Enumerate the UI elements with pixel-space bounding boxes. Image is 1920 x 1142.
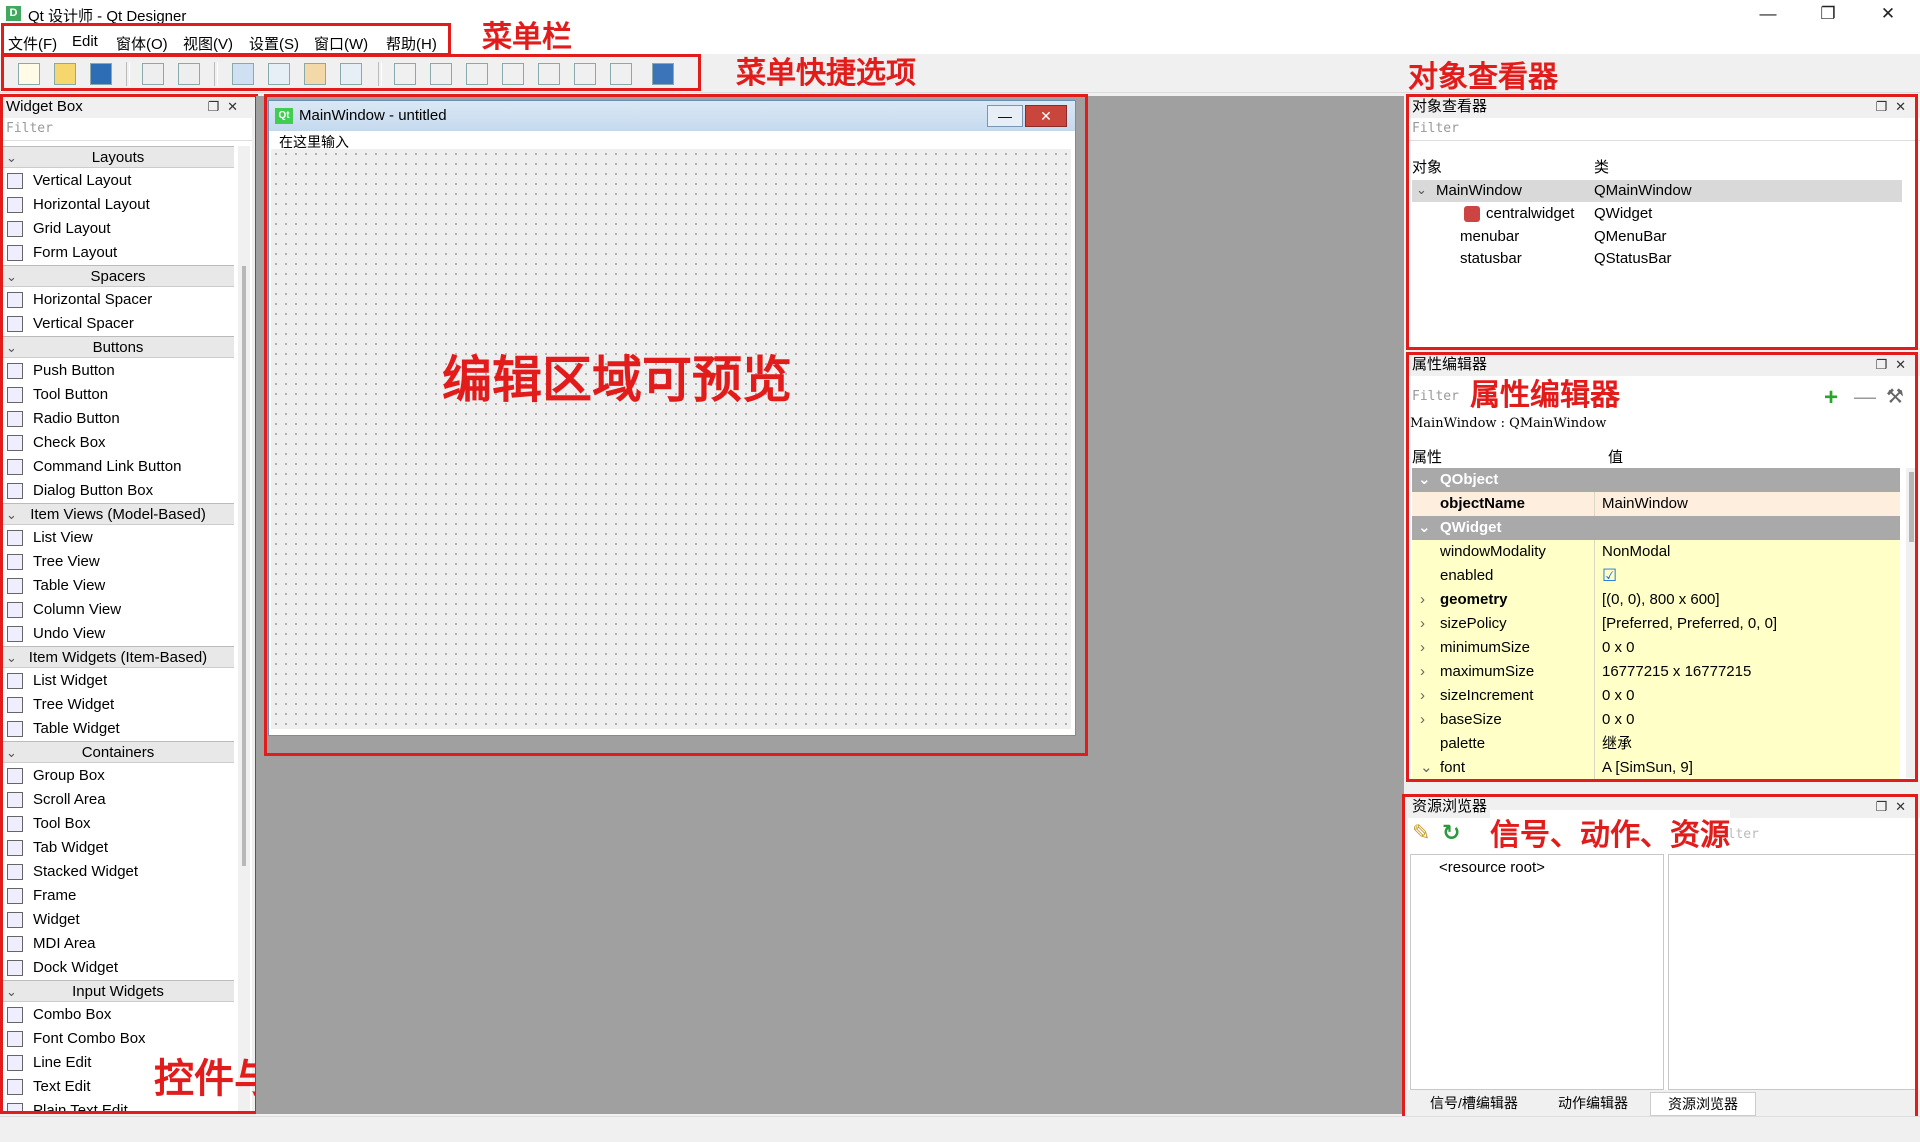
minimize-button[interactable]: — bbox=[1744, 2, 1792, 26]
annotation-box-object-inspector bbox=[1406, 94, 1918, 350]
annotation-box-toolbar bbox=[1, 54, 701, 91]
annotation-box-property-editor bbox=[1406, 352, 1918, 782]
annotation-label-object-inspector: 对象查看器 bbox=[1408, 60, 1558, 95]
annotation-label-toolbar: 菜单快捷选项 bbox=[736, 56, 916, 91]
annotation-label-resources: 信号、动作、资源 bbox=[1490, 810, 1730, 854]
status-bar bbox=[0, 1116, 1920, 1142]
annotation-box-editor bbox=[264, 94, 1088, 756]
annotation-box-menubar bbox=[1, 23, 451, 56]
annotation-box-widget-box bbox=[0, 94, 258, 1114]
qt-designer-app-icon: D bbox=[6, 6, 21, 21]
maximize-button[interactable]: ❐ bbox=[1804, 2, 1852, 26]
close-window-button[interactable]: ✕ bbox=[1864, 2, 1912, 26]
annotation-label-editor: 编辑区域可预览 bbox=[442, 351, 792, 409]
annotation-label-property-editor: 属性编辑器 bbox=[1470, 378, 1620, 413]
annotation-label-menubar: 菜单栏 bbox=[482, 20, 572, 55]
